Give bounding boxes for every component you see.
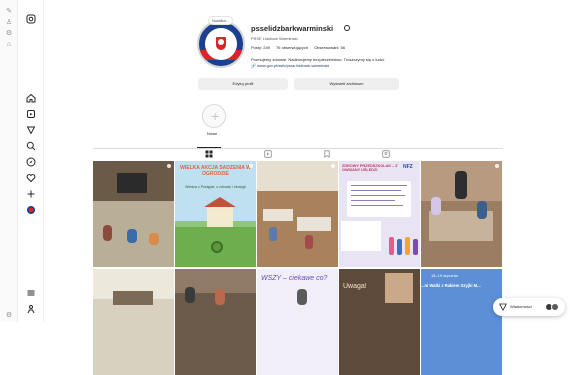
browser-sidebar: ✎ ♙ ⚙ ⌂ ⚙ xyxy=(0,0,18,322)
tile-title: ZDROWY PRZEDSZKOLAK – Z OWSIANY UŚLEDZI xyxy=(342,164,398,172)
tab-saved[interactable] xyxy=(323,150,331,158)
threads-icon[interactable] xyxy=(26,304,36,314)
post-tile[interactable]: Uwaga! xyxy=(339,269,420,375)
create-icon[interactable] xyxy=(26,189,36,199)
settings-icon[interactable] xyxy=(344,25,350,31)
post-tile[interactable] xyxy=(93,269,174,375)
profile-avatar-icon[interactable] xyxy=(26,205,36,215)
note-bubble[interactable]: Notatka... xyxy=(208,16,234,25)
post-tile[interactable]: WSZY – ciekawe co? xyxy=(257,269,338,375)
messages-label: Wiadomości xyxy=(510,304,532,309)
new-highlight-button[interactable]: + xyxy=(202,104,226,128)
active-tab-indicator xyxy=(197,147,221,148)
post-tile[interactable] xyxy=(421,161,502,267)
profile-subname: PSSE Lidzbark Warmiński xyxy=(251,36,298,41)
extension-icon[interactable]: ✎ xyxy=(5,8,13,16)
instagram-logo-icon[interactable] xyxy=(26,14,36,24)
profile-link[interactable]: 🔗 www.gov.pl/web/psse-lidzbark-warminski xyxy=(251,63,329,68)
profile-bio: Promujemy zdrowie. Nadzorujemy bezpiecze… xyxy=(251,57,385,62)
edit-profile-button[interactable]: Edytuj profil xyxy=(198,78,288,90)
post-tile[interactable]: ZDROWY PRZEDSZKOLAK – Z OWSIANY UŚLEDZI … xyxy=(339,161,420,267)
pin-icon xyxy=(167,164,171,168)
heart-icon[interactable] xyxy=(26,173,36,183)
tabs-divider xyxy=(93,148,503,149)
plus-icon: + xyxy=(211,108,220,124)
profile-stats: Posty: 249 76 obserwujących Obserwowani:… xyxy=(251,45,350,50)
tile-date: 18–19 stycznia xyxy=(431,273,458,278)
posts-count: Posty: 249 xyxy=(251,45,270,50)
followers-count[interactable]: 76 obserwujących xyxy=(276,45,308,50)
tile-title: WSZY – ciekawe co? xyxy=(261,275,328,282)
tab-posts[interactable] xyxy=(205,150,213,158)
highlight-label: Nowe xyxy=(207,131,218,136)
menu-icon[interactable] xyxy=(26,288,36,298)
post-tile[interactable]: 18–19 stycznia ...ni Walki z Rakiem Szyj… xyxy=(421,269,502,375)
send-icon xyxy=(499,303,507,311)
profile-username: psselidzbarkwarminski xyxy=(251,24,334,33)
tab-tagged[interactable] xyxy=(382,150,390,158)
gear-icon[interactable]: ⚙ xyxy=(5,312,13,320)
compass-icon[interactable] xyxy=(26,157,36,167)
post-tile[interactable]: WIELKA AKCJA SADZENIA W OGRODZIE Wiedza … xyxy=(175,161,256,267)
user-icon[interactable]: ♙ xyxy=(5,19,13,27)
tile-title: WIELKA AKCJA SADZENIA W OGRODZIE xyxy=(180,165,251,177)
following-count[interactable]: Obserwowani: 56 xyxy=(314,45,345,50)
profile-link-text[interactable]: www.gov.pl/web/psse-lidzbark-warminski xyxy=(257,63,329,68)
tile-title: Uwaga! xyxy=(343,283,367,290)
post-tile[interactable] xyxy=(93,161,174,267)
post-tile[interactable] xyxy=(175,269,256,375)
tab-reels[interactable] xyxy=(264,150,272,158)
view-archive-button[interactable]: Wyświetl archiwum xyxy=(294,78,399,90)
messages-button[interactable]: Wiadomości xyxy=(493,298,565,316)
tile-subtitle: Wiedza o Postępie, o zdrowiu i ekologii xyxy=(185,185,246,189)
avatar xyxy=(551,303,559,311)
posts-grid: WIELKA AKCJA SADZENIA W OGRODZIE Wiedza … xyxy=(93,161,503,375)
settings-icon[interactable]: ⚙ xyxy=(5,30,13,38)
explore-icon[interactable] xyxy=(26,125,36,135)
pin-icon xyxy=(495,164,499,168)
search-icon[interactable] xyxy=(26,141,36,151)
pin-icon xyxy=(331,164,335,168)
instagram-nav xyxy=(18,0,44,322)
nfz-badge: NFZ xyxy=(403,164,413,170)
post-tile[interactable] xyxy=(257,161,338,267)
home-icon[interactable] xyxy=(26,93,36,103)
pin-icon xyxy=(249,164,253,168)
profile-avatar[interactable] xyxy=(197,20,245,68)
home-icon[interactable]: ⌂ xyxy=(5,41,13,49)
tile-title: ...ni Walki z Rakiem Szyjki M... xyxy=(421,283,481,288)
eagle-icon xyxy=(218,39,224,45)
app-frame: ✎ ♙ ⚙ ⌂ ⚙ Notatka... psselidzbarkwarmins… xyxy=(0,0,572,375)
avatar-emblem xyxy=(205,28,237,60)
reels-icon[interactable] xyxy=(26,109,36,119)
